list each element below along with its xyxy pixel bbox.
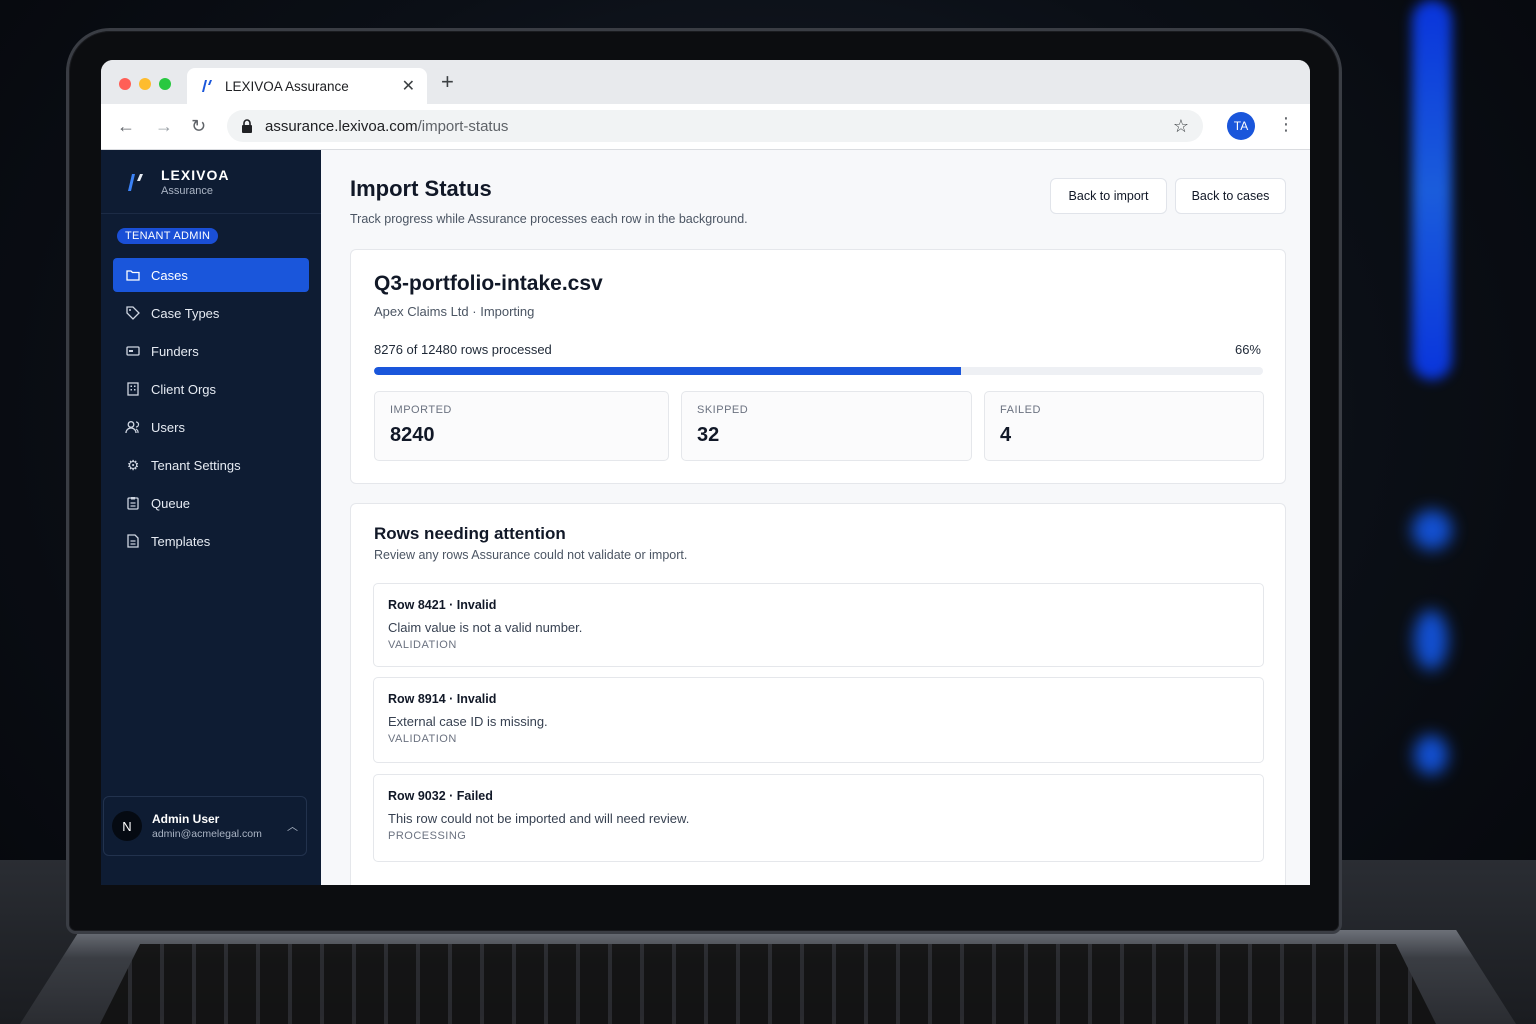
sidebar-item-funders[interactable]: Funders xyxy=(113,334,309,368)
browser-tab-bar: LEXIVOA Assurance ✕ + xyxy=(101,60,1310,104)
sidebar-item-label: Users xyxy=(151,419,185,435)
background-light-dot xyxy=(1414,735,1448,775)
row-title: Row 9032 · Failed xyxy=(388,789,493,803)
laptop-screen: LEXIVOA Assurance ✕ + ← → ↻ assurance.le… xyxy=(101,60,1310,885)
role-badge: TENANT ADMIN xyxy=(117,228,219,244)
sidebar-item-label: Templates xyxy=(151,533,211,549)
sidebar-item-label: Queue xyxy=(151,495,191,511)
row-tag: VALIDATION xyxy=(388,639,457,651)
progress-bar xyxy=(374,367,1263,375)
window-minimize-dot[interactable] xyxy=(139,78,151,90)
section-subtitle: Review any rows Assurance could not vali… xyxy=(374,548,688,562)
rows-attention-card: Rows needing attention Review any rows A… xyxy=(350,503,1286,885)
user-email: admin@acmelegal.com xyxy=(152,828,262,840)
building-icon xyxy=(125,381,141,397)
sidebar-nav: Cases Case Types Funders Client Orgs Use… xyxy=(101,258,321,558)
list-item[interactable]: Row 8421 · Invalid Claim value is not a … xyxy=(373,583,1264,667)
page-subtitle: Track progress while Assurance processes… xyxy=(350,212,748,226)
main-content: Import Status Track progress while Assur… xyxy=(321,150,1310,885)
sidebar-item-label: Cases xyxy=(151,267,188,283)
sidebar-item-label: Client Orgs xyxy=(151,381,217,397)
document-icon xyxy=(125,533,141,549)
gear-icon: ⚙ xyxy=(126,456,140,473)
lock-icon xyxy=(242,119,252,133)
brand-subtitle: Assurance xyxy=(161,184,213,197)
progress-label: 8276 of 12480 rows processed xyxy=(374,342,552,357)
row-title: Row 8914 · Invalid xyxy=(388,692,497,706)
sidebar: LEXIVOA Assurance TENANT ADMIN Cases Cas… xyxy=(101,150,321,885)
browser-toolbar: ← → ↻ assurance.lexivoa.com/import-statu… xyxy=(101,104,1310,150)
user-menu[interactable]: N Admin User admin@acmelegal.com ︿ xyxy=(103,796,307,856)
import-meta: Apex Claims Ltd · Importing xyxy=(374,304,535,319)
url-host: assurance.lexivoa.com xyxy=(265,117,418,135)
row-message: External case ID is missing. xyxy=(388,714,548,729)
reload-icon[interactable]: ↻ xyxy=(191,116,206,137)
sidebar-item-label: Funders xyxy=(151,343,199,359)
stat-value: 8240 xyxy=(390,424,435,446)
row-title: Row 8421 · Invalid xyxy=(388,598,497,612)
back-to-import-button[interactable]: Back to import xyxy=(1050,178,1167,214)
close-tab-icon[interactable]: ✕ xyxy=(402,76,415,96)
browser-tab[interactable]: LEXIVOA Assurance ✕ xyxy=(187,68,427,104)
row-message: This row could not be imported and will … xyxy=(388,811,690,826)
section-title: Rows needing attention xyxy=(374,524,566,543)
address-bar[interactable]: assurance.lexivoa.com/import-status ☆ xyxy=(227,110,1203,142)
import-summary-card: Q3-portfolio-intake.csv Apex Claims Ltd … xyxy=(350,249,1286,484)
stat-label: FAILED xyxy=(1000,404,1041,416)
tag-icon xyxy=(125,305,141,321)
stat-imported: IMPORTED 8240 xyxy=(374,391,669,461)
new-tab-icon[interactable]: + xyxy=(441,71,454,93)
browser-menu-icon[interactable]: ⋮ xyxy=(1277,114,1295,135)
row-tag: PROCESSING xyxy=(388,830,467,842)
card-icon xyxy=(125,343,141,359)
stat-label: IMPORTED xyxy=(390,404,452,416)
back-arrow-icon[interactable]: ← xyxy=(117,116,135,137)
stat-label: SKIPPED xyxy=(697,404,749,416)
laptop-keyboard xyxy=(100,944,1436,1024)
list-item[interactable]: Row 8914 · Invalid External case ID is m… xyxy=(373,677,1264,763)
sidebar-item-case-types[interactable]: Case Types xyxy=(113,296,309,330)
progress-bar-fill xyxy=(374,367,961,375)
background-light-dot xyxy=(1414,610,1448,670)
profile-avatar[interactable]: TA xyxy=(1227,112,1255,140)
chevron-up-icon: ︿ xyxy=(287,821,298,833)
sidebar-item-tenant-settings[interactable]: ⚙ Tenant Settings xyxy=(113,448,309,482)
stat-failed: FAILED 4 xyxy=(984,391,1264,461)
sidebar-item-client-orgs[interactable]: Client Orgs xyxy=(113,372,309,406)
row-message: Claim value is not a valid number. xyxy=(388,620,583,635)
window-zoom-dot[interactable] xyxy=(159,78,171,90)
page-title: Import Status xyxy=(350,176,492,201)
favicon-icon xyxy=(202,80,212,92)
row-tag: VALIDATION xyxy=(388,733,457,745)
stat-skipped: SKIPPED 32 xyxy=(681,391,972,461)
list-item[interactable]: Row 9032 · Failed This row could not be … xyxy=(373,774,1264,862)
bookmark-star-icon[interactable]: ☆ xyxy=(1173,116,1189,137)
tab-title: LEXIVOA Assurance xyxy=(225,78,349,94)
url-text: assurance.lexivoa.com/import-status xyxy=(265,118,1173,135)
sidebar-item-cases[interactable]: Cases xyxy=(113,258,309,292)
stat-value: 4 xyxy=(1000,424,1012,446)
brand-logo-icon xyxy=(128,173,143,191)
stat-value: 32 xyxy=(697,424,720,446)
back-to-cases-button[interactable]: Back to cases xyxy=(1175,178,1286,214)
window-close-dot[interactable] xyxy=(119,78,131,90)
avatar: N xyxy=(112,811,142,841)
brand-name: LEXIVOA xyxy=(161,166,230,183)
sidebar-item-templates[interactable]: Templates xyxy=(113,524,309,558)
background-light-dot xyxy=(1412,510,1452,550)
clipboard-icon xyxy=(125,495,141,511)
sidebar-item-queue[interactable]: Queue xyxy=(113,486,309,520)
brand[interactable]: LEXIVOA Assurance xyxy=(101,150,321,214)
user-name: Admin User xyxy=(152,812,220,826)
forward-arrow-icon[interactable]: → xyxy=(155,116,173,137)
background-light-bar xyxy=(1412,0,1452,380)
sidebar-item-label: Tenant Settings xyxy=(151,457,241,473)
sidebar-item-users[interactable]: Users xyxy=(113,410,309,444)
file-name: Q3-portfolio-intake.csv xyxy=(374,272,603,295)
sidebar-item-label: Case Types xyxy=(151,305,220,321)
users-icon xyxy=(125,419,141,435)
folder-icon xyxy=(125,267,141,283)
progress-percent: 66% xyxy=(1234,342,1261,357)
url-path: /import-status xyxy=(417,117,509,135)
